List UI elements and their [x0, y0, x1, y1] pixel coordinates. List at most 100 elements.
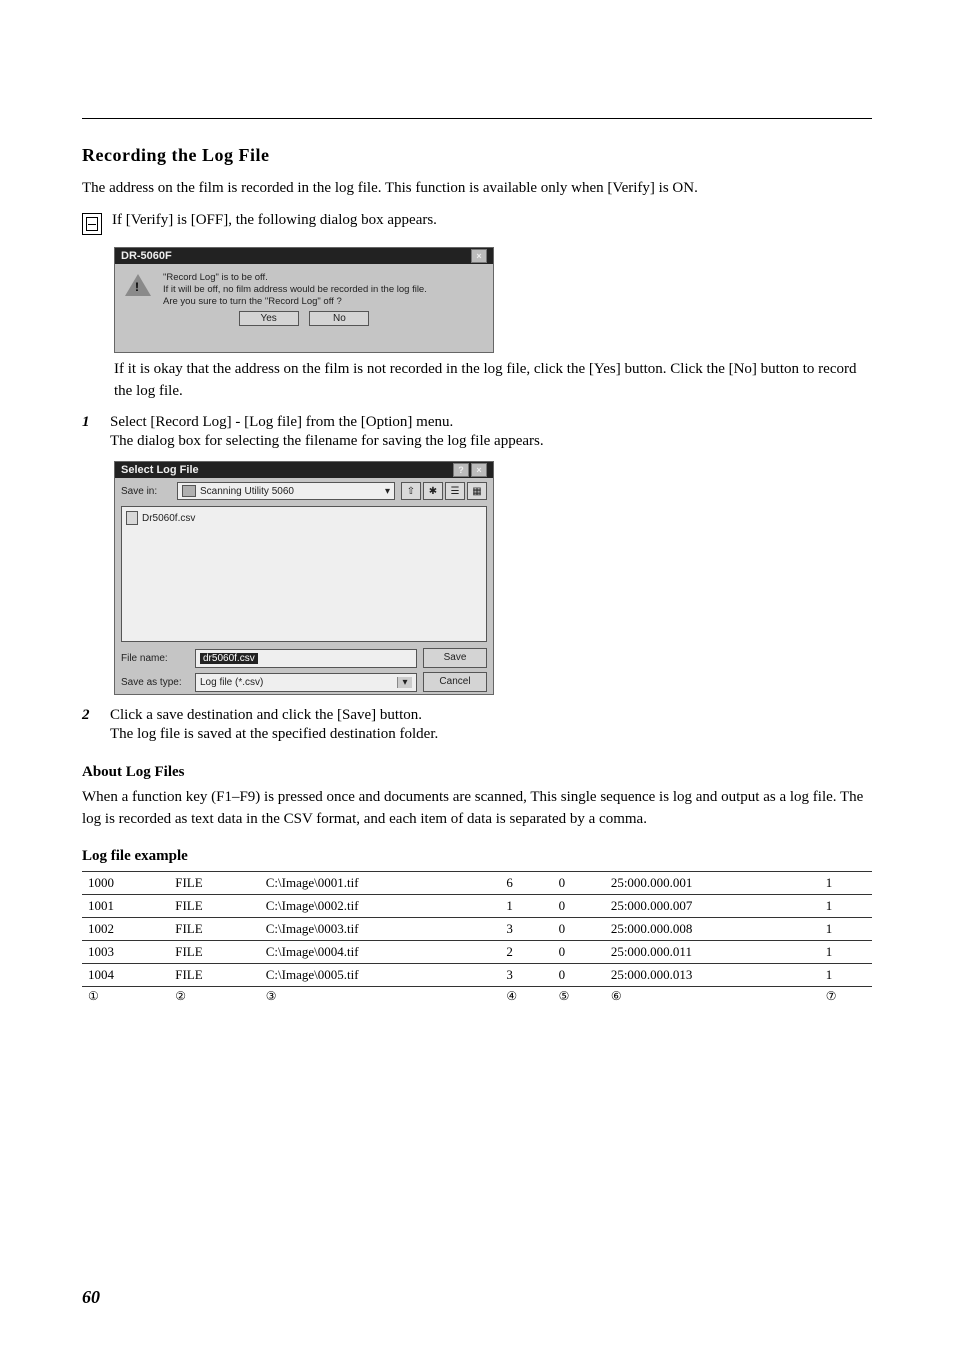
- messagebox-screenshot: DR-5060F × "Record Log" is to be off. If…: [114, 247, 494, 353]
- cell: 0: [553, 941, 605, 964]
- step-1: 1 Select [Record Log] - [Log file] from …: [82, 414, 872, 453]
- log-example-heading: Log file example: [82, 848, 872, 865]
- cell: 3: [500, 918, 552, 941]
- table-row: 1003 FILE C:\Image\0004.tif 2 0 25:000.0…: [82, 941, 872, 964]
- table-row: 1002 FILE C:\Image\0003.tif 3 0 25:000.0…: [82, 918, 872, 941]
- cell: FILE: [169, 941, 260, 964]
- document-icon: [82, 213, 102, 235]
- details-view-icon[interactable]: ▦: [467, 482, 487, 500]
- cell: 25:000.000.007: [605, 895, 820, 918]
- log-body: When a function key (F1–F9) is pressed o…: [82, 787, 872, 831]
- messagebox-line3: Are you sure to turn the "Record Log" of…: [163, 296, 427, 308]
- cell: 1: [500, 895, 552, 918]
- reference-row: ① ② ③ ④ ⑤ ⑥ ⑦: [82, 987, 872, 1008]
- icon-paragraph-text: If [Verify] is [OFF], the following dial…: [112, 210, 437, 232]
- cell: C:\Image\0002.tif: [260, 895, 501, 918]
- intro-paragraph: The address on the film is recorded in t…: [82, 178, 872, 200]
- save-button[interactable]: Save: [423, 648, 487, 668]
- help-icon[interactable]: ?: [453, 463, 469, 477]
- cell: 1: [820, 941, 872, 964]
- log-table: 1000 FILE C:\Image\0001.tif 6 0 25:000.0…: [82, 871, 872, 1007]
- ref: ⑤: [553, 987, 605, 1008]
- cell: 1000: [82, 872, 169, 895]
- table-row: 1004 FILE C:\Image\0005.tif 3 0 25:000.0…: [82, 964, 872, 987]
- cell: C:\Image\0001.tif: [260, 872, 501, 895]
- list-item[interactable]: Dr5060f.csv: [126, 511, 482, 525]
- cancel-button[interactable]: Cancel: [423, 672, 487, 692]
- cell: C:\Image\0004.tif: [260, 941, 501, 964]
- log-heading: About Log Files: [82, 764, 872, 781]
- cell: 25:000.000.011: [605, 941, 820, 964]
- step-number: 1: [82, 414, 96, 431]
- table-row: 1000 FILE C:\Image\0001.tif 6 0 25:000.0…: [82, 872, 872, 895]
- step-text: Select [Record Log] - [Log file] from th…: [110, 414, 872, 431]
- cell: C:\Image\0003.tif: [260, 918, 501, 941]
- table-row: 1001 FILE C:\Image\0002.tif 1 0 25:000.0…: [82, 895, 872, 918]
- file-name-label: File name:: [121, 653, 189, 664]
- save-type-dropdown[interactable]: Log file (*.csv) ▾: [195, 673, 417, 692]
- cell: FILE: [169, 895, 260, 918]
- filedialog-screenshot: Select Log File ? × Save in: Scanning Ut…: [114, 461, 494, 695]
- cell: 25:000.000.001: [605, 872, 820, 895]
- cell: 1002: [82, 918, 169, 941]
- new-folder-icon[interactable]: ✱: [423, 482, 443, 500]
- cell: 2: [500, 941, 552, 964]
- list-view-icon[interactable]: ☰: [445, 482, 465, 500]
- save-in-label: Save in:: [121, 486, 171, 497]
- cell: 0: [553, 872, 605, 895]
- step-subtext: The log file is saved at the specified d…: [110, 724, 872, 746]
- save-in-value: Scanning Utility 5060: [200, 486, 294, 497]
- ref: ②: [169, 987, 260, 1008]
- icon-paragraph: If [Verify] is [OFF], the following dial…: [82, 210, 872, 235]
- save-in-dropdown[interactable]: Scanning Utility 5060 ▾: [177, 482, 395, 500]
- cell: 0: [553, 895, 605, 918]
- close-icon[interactable]: ×: [471, 463, 487, 477]
- cell: 1001: [82, 895, 169, 918]
- cell: 1: [820, 918, 872, 941]
- file-list[interactable]: Dr5060f.csv: [121, 506, 487, 642]
- filedialog-titlebar: Select Log File ? ×: [115, 462, 493, 478]
- ref: ⑦: [820, 987, 872, 1008]
- messagebox-titlebar: DR-5060F ×: [115, 248, 493, 264]
- cell: 6: [500, 872, 552, 895]
- ref: ③: [260, 987, 501, 1008]
- step-number: 2: [82, 707, 96, 724]
- messagebox-line2: If it will be off, no film address would…: [163, 284, 427, 296]
- ref: ④: [500, 987, 552, 1008]
- no-button[interactable]: No: [309, 311, 369, 326]
- step-subtext: The dialog box for selecting the filenam…: [110, 431, 872, 453]
- messagebox-title: DR-5060F: [121, 248, 172, 264]
- ref: ⑥: [605, 987, 820, 1008]
- horizontal-rule: [82, 118, 872, 119]
- save-type-label: Save as type:: [121, 677, 189, 688]
- cell: 1: [820, 964, 872, 987]
- close-icon[interactable]: ×: [471, 249, 487, 263]
- messagebox-text: "Record Log" is to be off. If it will be…: [163, 272, 427, 308]
- cell: FILE: [169, 872, 260, 895]
- cell: 0: [553, 918, 605, 941]
- ref: ①: [82, 987, 169, 1008]
- page-number: 60: [82, 1287, 100, 1308]
- cell: 1004: [82, 964, 169, 987]
- filedialog-title: Select Log File: [121, 462, 199, 478]
- cell: 25:000.000.013: [605, 964, 820, 987]
- cell: 3: [500, 964, 552, 987]
- section-title: Recording the Log File: [82, 145, 872, 166]
- cell: 1: [820, 895, 872, 918]
- file-name-input[interactable]: dr5060f.csv: [195, 649, 417, 668]
- cell: 1003: [82, 941, 169, 964]
- cell: 0: [553, 964, 605, 987]
- cell: 25:000.000.008: [605, 918, 820, 941]
- file-icon: [126, 511, 138, 525]
- yes-button[interactable]: Yes: [239, 311, 299, 326]
- messagebox-line1: "Record Log" is to be off.: [163, 272, 427, 284]
- cell: C:\Image\0005.tif: [260, 964, 501, 987]
- cell: FILE: [169, 918, 260, 941]
- step-text: Click a save destination and click the […: [110, 707, 872, 724]
- list-item-label: Dr5060f.csv: [142, 513, 195, 524]
- up-folder-icon[interactable]: ⇧: [401, 482, 421, 500]
- warning-icon: [125, 274, 151, 296]
- note-paragraph: If it is okay that the address on the fi…: [114, 359, 872, 403]
- folder-icon: [182, 485, 196, 497]
- cell: FILE: [169, 964, 260, 987]
